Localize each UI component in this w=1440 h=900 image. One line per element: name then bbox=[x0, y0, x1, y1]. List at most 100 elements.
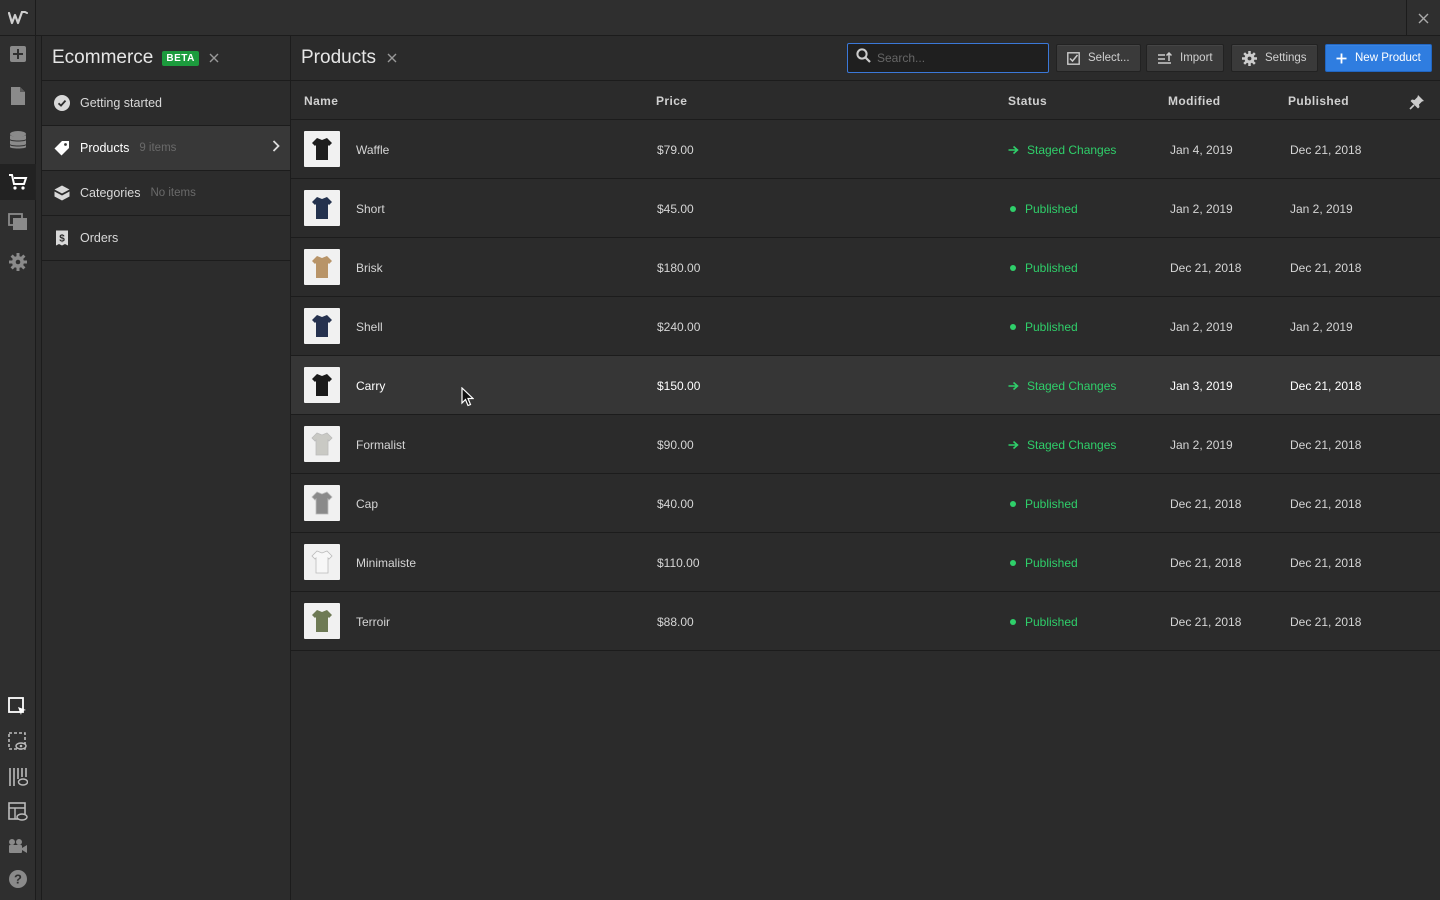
table-row[interactable]: Minimaliste $110.00 Published Dec 21, 2018 D… bbox=[291, 533, 1440, 592]
webflow-logo-icon[interactable] bbox=[0, 0, 36, 36]
layout-preview-icon[interactable] bbox=[0, 794, 36, 830]
help-icon[interactable]: ? bbox=[0, 861, 36, 897]
status-badge: Published bbox=[1008, 615, 1078, 629]
table-row[interactable]: Cap $40.00 Published Dec 21, 2018 Dec 21, 20… bbox=[291, 474, 1440, 533]
products-header: Products Select... Import S bbox=[291, 36, 1440, 81]
product-thumbnail bbox=[304, 131, 340, 167]
table-row[interactable]: Brisk $180.00 Published Dec 21, 2018 Dec 21,… bbox=[291, 238, 1440, 297]
nav-item-categories[interactable]: Categories No items bbox=[42, 171, 290, 216]
product-price: $40.00 bbox=[657, 497, 694, 511]
product-name: Shell bbox=[356, 320, 383, 334]
product-price: $110.00 bbox=[657, 556, 700, 570]
nav-item-label: Orders bbox=[80, 231, 119, 245]
arrow-right-icon bbox=[1008, 440, 1019, 450]
box-icon bbox=[54, 185, 70, 201]
product-price: $88.00 bbox=[657, 615, 694, 629]
product-thumbnail bbox=[304, 190, 340, 226]
status-text: Published bbox=[1025, 202, 1078, 216]
table-row[interactable]: Waffle $79.00 Staged Changes Jan 4, 2019 Dec… bbox=[291, 120, 1440, 179]
select-button-label: Select... bbox=[1088, 52, 1130, 64]
status-dot-icon bbox=[1010, 501, 1016, 507]
ecommerce-panel: Ecommerce BETA Getting started Products … bbox=[41, 36, 291, 900]
new-product-button-label: New Product bbox=[1355, 52, 1421, 64]
modified-date: Dec 21, 2018 bbox=[1170, 261, 1242, 275]
gear-icon bbox=[1242, 50, 1257, 66]
product-price: $240.00 bbox=[657, 320, 701, 334]
ecommerce-cart-icon[interactable] bbox=[0, 164, 36, 200]
cms-database-icon[interactable] bbox=[0, 122, 36, 158]
published-date: Jan 2, 2019 bbox=[1290, 320, 1353, 334]
search-icon bbox=[856, 48, 871, 68]
status-text: Published bbox=[1025, 497, 1078, 511]
column-modified[interactable]: Modified bbox=[1168, 94, 1221, 108]
status-dot-icon bbox=[1010, 324, 1016, 330]
close-panel-icon[interactable] bbox=[209, 53, 219, 63]
product-thumbnail bbox=[304, 544, 340, 580]
modified-date: Jan 4, 2019 bbox=[1170, 143, 1233, 157]
status-badge: Published bbox=[1008, 202, 1078, 216]
status-badge: Published bbox=[1008, 497, 1078, 511]
nav-item-products[interactable]: Products 9 items bbox=[42, 126, 290, 171]
status-badge: Published bbox=[1008, 261, 1078, 275]
grid-view-icon[interactable] bbox=[0, 759, 36, 795]
svg-text:$: $ bbox=[59, 234, 65, 245]
nav-item-getting-started[interactable]: Getting started bbox=[42, 81, 290, 126]
item-count: No items bbox=[150, 187, 196, 199]
import-button[interactable]: Import bbox=[1146, 44, 1224, 72]
search-input[interactable] bbox=[877, 51, 1037, 65]
product-thumbnail bbox=[304, 485, 340, 521]
column-published[interactable]: Published bbox=[1288, 94, 1349, 108]
status-badge: Staged Changes bbox=[1008, 379, 1116, 393]
table-row[interactable]: Terroir $88.00 Published Dec 21, 2018 Dec 21… bbox=[291, 592, 1440, 651]
modified-date: Jan 2, 2019 bbox=[1170, 320, 1233, 334]
status-badge: Staged Changes bbox=[1008, 438, 1116, 452]
column-price[interactable]: Price bbox=[656, 94, 687, 108]
product-price: $90.00 bbox=[657, 438, 694, 452]
nav-item-label: Getting started bbox=[80, 96, 162, 110]
published-date: Dec 21, 2018 bbox=[1290, 615, 1362, 629]
status-dot-icon bbox=[1010, 265, 1016, 271]
arrow-right-icon bbox=[1008, 145, 1019, 155]
status-text: Staged Changes bbox=[1027, 438, 1117, 452]
pages-icon[interactable] bbox=[0, 78, 36, 114]
preview-eye-icon[interactable] bbox=[0, 724, 36, 760]
close-products-icon[interactable] bbox=[387, 53, 397, 63]
table-row[interactable]: Shell $240.00 Published Jan 2, 2019 Jan 2, 2… bbox=[291, 297, 1440, 356]
settings-gear-icon[interactable] bbox=[0, 244, 36, 280]
modified-date: Dec 21, 2018 bbox=[1170, 556, 1242, 570]
table-row[interactable]: Formalist $90.00 Staged Changes Jan 2, 2019… bbox=[291, 415, 1440, 474]
nav-item-label: Categories bbox=[80, 186, 141, 200]
modified-date: Jan 2, 2019 bbox=[1170, 202, 1233, 216]
svg-text:?: ? bbox=[14, 872, 22, 887]
add-panel-icon[interactable] bbox=[0, 36, 36, 72]
product-list: Waffle $79.00 Staged Changes Jan 4, 2019 Dec… bbox=[291, 120, 1440, 651]
published-date: Dec 21, 2018 bbox=[1290, 261, 1362, 275]
product-name: Formalist bbox=[356, 438, 406, 452]
product-name: Short bbox=[356, 202, 385, 216]
product-price: $79.00 bbox=[657, 143, 694, 157]
status-badge: Staged Changes bbox=[1008, 143, 1116, 157]
mouse-cursor-icon bbox=[461, 386, 475, 412]
status-text: Published bbox=[1025, 261, 1078, 275]
products-view: Products Select... Import S bbox=[291, 36, 1440, 900]
check-circle-icon bbox=[54, 95, 70, 111]
status-text: Staged Changes bbox=[1027, 379, 1117, 393]
pin-icon[interactable] bbox=[1409, 94, 1425, 113]
column-name[interactable]: Name bbox=[304, 94, 338, 108]
new-product-button[interactable]: New Product bbox=[1325, 44, 1432, 72]
modified-date: Jan 3, 2019 bbox=[1170, 379, 1233, 393]
select-button[interactable]: Select... bbox=[1056, 44, 1141, 72]
table-row[interactable]: Short $45.00 Published Jan 2, 2019 Jan 2, 20… bbox=[291, 179, 1440, 238]
search-box[interactable] bbox=[847, 43, 1049, 73]
status-text: Published bbox=[1025, 320, 1078, 334]
panel-header: Ecommerce BETA bbox=[42, 36, 290, 81]
column-status[interactable]: Status bbox=[1008, 94, 1047, 108]
product-name: Carry bbox=[356, 379, 386, 393]
settings-button[interactable]: Settings bbox=[1231, 44, 1318, 72]
video-tutorials-icon[interactable] bbox=[0, 828, 36, 864]
assets-icon[interactable] bbox=[0, 204, 36, 240]
select-element-icon[interactable] bbox=[0, 689, 36, 725]
nav-item-orders[interactable]: $ Orders bbox=[42, 216, 290, 261]
close-icon[interactable] bbox=[1406, 0, 1440, 36]
page-title: Products bbox=[301, 47, 376, 68]
